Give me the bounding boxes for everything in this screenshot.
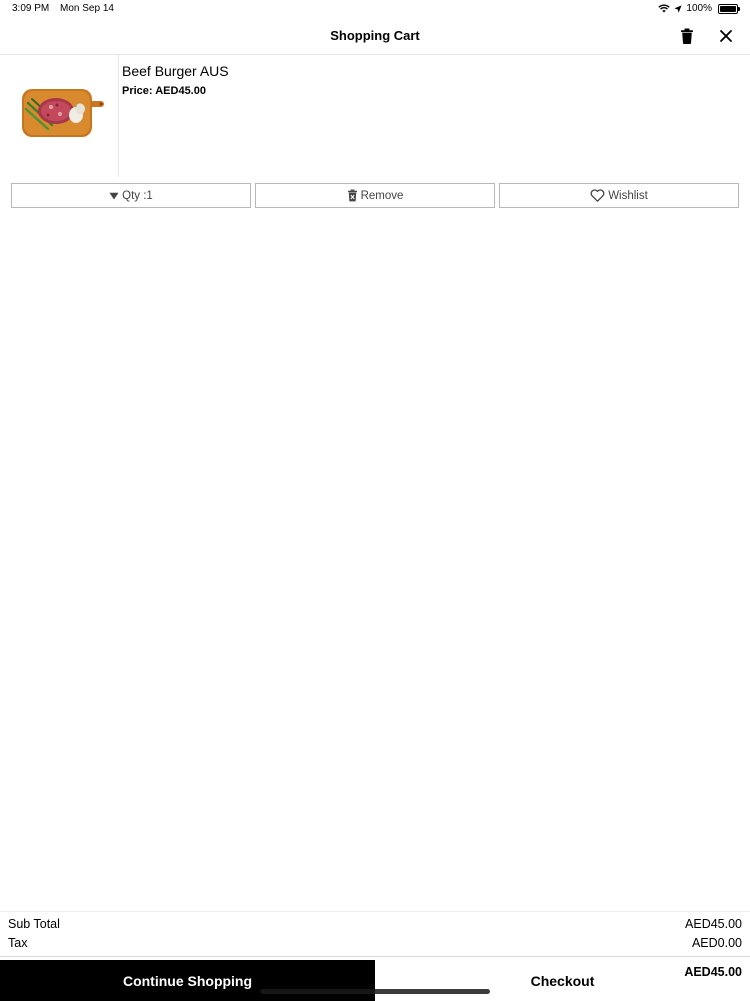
subtotal-label: Sub Total — [8, 917, 60, 931]
trash-icon[interactable] — [678, 27, 696, 45]
status-bar: 3:09 PM Mon Sep 14 100% — [0, 0, 750, 18]
caret-down-icon — [109, 192, 119, 199]
battery-icon — [718, 3, 740, 14]
wifi-icon — [658, 4, 671, 13]
order-totals: Sub Total AED45.00 Tax AED0.00 — [0, 911, 750, 950]
close-icon[interactable] — [717, 27, 735, 45]
product-name[interactable]: Beef Burger AUS — [122, 63, 229, 79]
nav-bar: Shopping Cart — [0, 18, 750, 55]
status-left: 3:09 PM Mon Sep 14 — [12, 3, 122, 14]
subtotal-value: AED45.00 — [685, 917, 742, 931]
location-icon — [674, 4, 683, 13]
battery-fill — [720, 5, 736, 12]
heart-icon — [590, 189, 605, 202]
status-right: 100% — [658, 3, 740, 14]
quantity-label: Qty :1 — [122, 189, 153, 202]
tax-row: Tax AED0.00 — [0, 931, 750, 950]
wishlist-button[interactable]: Wishlist — [499, 183, 739, 208]
remove-label: Remove — [360, 189, 404, 202]
grand-total: AED45.00 — [684, 965, 742, 979]
cart-item: Beef Burger AUS Price: AED45.00 — [0, 55, 750, 177]
product-image-cell — [0, 55, 119, 177]
quantity-dropdown[interactable]: Qty :1 — [11, 183, 251, 208]
page-title: Shopping Cart — [330, 28, 420, 43]
status-date: Mon Sep 14 — [60, 3, 114, 14]
cart-footer: Continue Shopping Checkout AED45.00 — [0, 956, 750, 1001]
home-indicator[interactable] — [260, 989, 490, 994]
delete-icon — [347, 189, 357, 202]
product-price: Price: AED45.00 — [122, 85, 206, 97]
battery-nub — [738, 6, 740, 11]
product-image[interactable] — [18, 81, 108, 145]
item-action-row: Qty :1 Remove Wishlist — [11, 183, 739, 208]
wishlist-label: Wishlist — [608, 189, 648, 202]
tax-label: Tax — [8, 936, 28, 950]
status-time: 3:09 PM — [12, 3, 50, 14]
tax-value: AED0.00 — [691, 936, 742, 950]
subtotal-row: Sub Total AED45.00 — [0, 912, 750, 931]
battery-percent: 100% — [686, 3, 712, 14]
continue-shopping-button[interactable]: Continue Shopping — [0, 960, 375, 1001]
remove-button[interactable]: Remove — [255, 183, 495, 208]
